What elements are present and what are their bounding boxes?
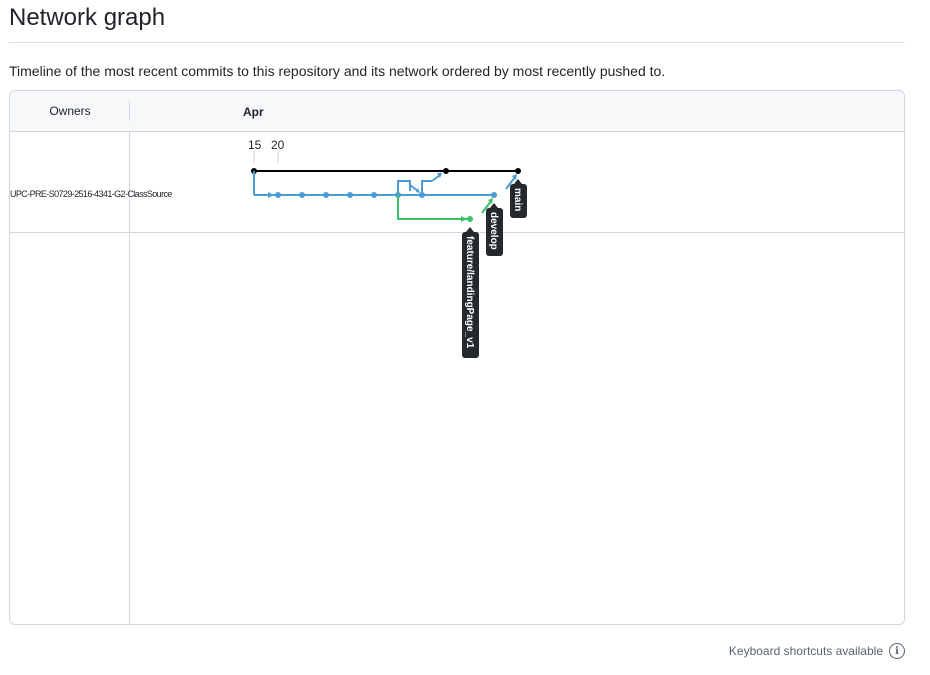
branch-tag-feature-landingpage[interactable]: feature/landingPage_v1 [462,227,479,358]
network-graph[interactable]: Owners UPC-PRE-S0729-2516-4341-G2-ClassS… [9,90,905,625]
commit-dot[interactable] [275,192,281,198]
branch-tag-label: main [512,188,523,211]
commit-dot[interactable] [347,192,353,198]
page-description: Timeline of the most recent commits to t… [9,63,666,79]
branch-tag-label: develop [488,212,499,250]
feature-branch-line [397,195,470,220]
branch-tag-develop[interactable]: develop [486,203,503,256]
commit-graph-canvas[interactable]: Apr 15 20 main develop feature/landingPa… [10,91,904,624]
branch-tag-label: feature/landingPage_v1 [464,236,475,349]
keyboard-shortcuts-hint[interactable]: Keyboard shortcuts available i [729,643,905,659]
day-label: 15 [248,138,262,152]
commit-dot[interactable] [515,168,521,174]
commit-dot[interactable] [491,192,497,198]
page-title: Network graph [9,4,166,31]
title-divider [9,42,905,43]
commit-dot[interactable] [467,216,473,222]
commit-dot[interactable] [323,192,329,198]
commit-dot[interactable] [443,168,449,174]
merge-arrow [268,192,274,198]
commit-dot[interactable] [299,192,305,198]
merge-arrow [461,216,467,222]
info-icon[interactable]: i [889,643,905,659]
branch-tag-main[interactable]: main [510,179,527,218]
day-label: 20 [271,138,285,152]
commit-dot[interactable] [371,192,377,198]
merge-line [409,184,419,192]
month-label: Apr [243,105,264,119]
keyboard-shortcuts-text: Keyboard shortcuts available [728,644,883,658]
